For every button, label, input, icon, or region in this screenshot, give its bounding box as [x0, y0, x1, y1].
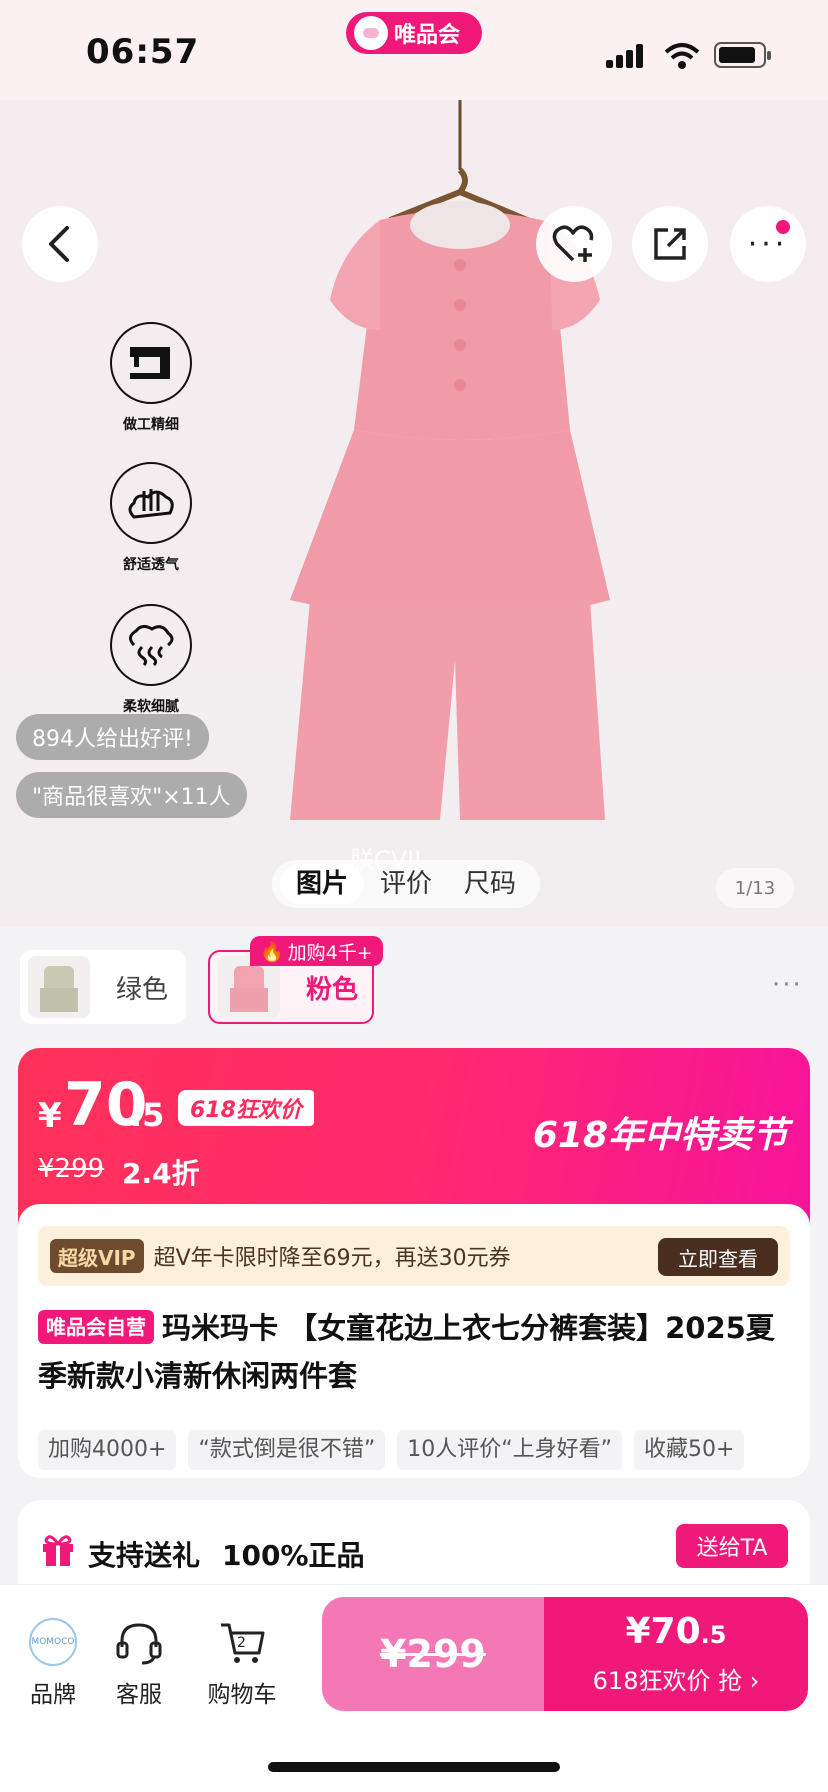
feature-label: 柔软细腻 [123, 699, 179, 715]
tab-size[interactable]: 尺码 [448, 864, 532, 904]
price-decimal: .5 [130, 1096, 165, 1134]
vip-offer-text: 超V年卡限时降至69元，再送30元券 [153, 1246, 511, 1271]
variant-hot-label: 加购4千+ [287, 941, 373, 964]
flame-icon: 🔥 [260, 940, 284, 963]
currency-symbol: ¥ [38, 1096, 62, 1136]
product-image [290, 100, 610, 820]
gift-support-label: 支持送礼 [88, 1539, 201, 1572]
discount-label: 2.4折 [122, 1157, 200, 1190]
variant-thumbnail [28, 956, 90, 1018]
vip-banner[interactable]: 超级VIP 超V年卡限时降至69元，再送30元券 立即查看 [38, 1226, 790, 1286]
authentic-label: 100%正品 [222, 1539, 365, 1572]
soft-cloud-icon [110, 604, 192, 686]
promo-price-tag: 618狂欢价 [178, 1090, 314, 1126]
mascot-icon [354, 16, 388, 50]
image-counter: 1/13 [716, 868, 794, 908]
feature-label: 舒适透气 [123, 557, 179, 573]
variant-label: 粉色 [306, 974, 359, 1005]
feature-craftsmanship: 做工精细 [91, 322, 211, 434]
nav-brand[interactable]: MOMOCO 品牌 [10, 1615, 96, 1709]
wifi-icon [664, 43, 700, 69]
nav-customer-service[interactable]: 客服 [96, 1615, 182, 1709]
original-price: ¥299 [38, 1154, 105, 1184]
festival-title: 618年中特卖节 [532, 1115, 788, 1156]
buy-price: ¥70.5 [544, 1611, 808, 1652]
product-info: 超级VIP 超V年卡限时降至69元，再送30元券 立即查看 唯品会自营 玛米玛卡 … [18, 1204, 810, 1478]
app-badge-label: 唯品会 [394, 23, 461, 48]
heart-plus-icon [552, 225, 594, 262]
buy-subtitle: 618狂欢价 抢 › [592, 1667, 760, 1695]
feature-breathable: 舒适透气 [91, 462, 211, 574]
gift-icon [43, 1535, 73, 1566]
chip-review-count[interactable]: 10人评价“上身好看” [397, 1430, 623, 1470]
more-variants-icon[interactable]: ··· [772, 970, 803, 1000]
bottom-action-bar: MOMOCO 品牌 客服 2 购物车 ¥299 ¥70.5 618狂欢价 抢 › [0, 1584, 828, 1792]
back-button[interactable] [22, 206, 98, 282]
product-page: { "status_bar": { "time": "06:57", "app_… [0, 0, 828, 1792]
home-indicator [268, 1762, 560, 1772]
notification-dot [776, 220, 790, 234]
review-quote-chip[interactable]: "商品很喜欢"×11人 [16, 772, 247, 818]
variant-label: 绿色 [116, 974, 169, 1005]
tab-reviews[interactable]: 评价 [364, 864, 448, 904]
chip-favorites[interactable]: 收藏50+ [634, 1430, 745, 1470]
color-variants: 绿色 粉色 ··· [0, 926, 828, 1044]
vip-tag: 超级VIP [50, 1239, 144, 1273]
signal-icon [606, 44, 646, 68]
variant-green[interactable]: 绿色 [20, 950, 186, 1024]
app-badge: 唯品会 [346, 12, 482, 54]
more-button[interactable]: ··· [730, 206, 806, 282]
headset-icon [96, 1615, 182, 1669]
chevron-left-icon [49, 226, 69, 262]
nav-brand-label: 品牌 [30, 1682, 76, 1708]
product-image-gallery[interactable]: ··· 做工精细 舒适透气 柔软细腻 894人给出好评! "商品很喜欢"×11人… [0, 100, 828, 926]
status-time: 06:57 [86, 32, 200, 72]
gallery-tabs: 图片 评价 尺码 [272, 860, 541, 908]
feature-label: 做工精细 [123, 417, 179, 433]
chip-cart-count[interactable]: 加购4000+ [38, 1430, 177, 1470]
cart-count: 2 [237, 1635, 246, 1651]
brand-logo-icon: MOMOCO [10, 1615, 96, 1669]
buy-now-button[interactable]: ¥70.5 618狂欢价 抢 › [544, 1597, 808, 1711]
chip-review-quote[interactable]: “款式倒是很不错” [188, 1430, 386, 1470]
price-card: ¥ 70 .5 618狂欢价 ¥299 2.4折 618年中特卖节 超级VIP … [18, 1048, 810, 1478]
nav-cart-label: 购物车 [207, 1682, 277, 1708]
battery-icon [714, 42, 771, 68]
tab-images[interactable]: 图片 [280, 864, 365, 904]
original-price-button[interactable]: ¥299 [322, 1597, 544, 1711]
review-summary-chip[interactable]: 894人给出好评! [16, 714, 209, 760]
sewing-machine-icon [110, 322, 192, 404]
product-title: 唯品会自营 玛米玛卡 【女童花边上衣七分裤套装】2025夏季新款小清新休闲两件套 [38, 1304, 790, 1400]
buy-price-main: ¥70 [625, 1611, 701, 1652]
breathable-icon [110, 462, 192, 544]
variant-hot-badge: 🔥 加购4千+ [250, 936, 383, 966]
share-icon [654, 228, 686, 260]
nav-cart[interactable]: 2 购物车 [198, 1615, 286, 1709]
status-bar: 06:57 唯品会 [0, 0, 828, 100]
cart-icon: 2 [198, 1615, 286, 1669]
favorite-button[interactable] [536, 206, 612, 282]
feature-soft: 柔软细腻 [91, 604, 211, 716]
highlight-chips: 加购4000+ “款式倒是很不错” 10人评价“上身好看” 收藏50+ [38, 1430, 808, 1472]
self-operated-tag: 唯品会自营 [38, 1310, 154, 1344]
vip-view-button[interactable]: 立即查看 [658, 1238, 778, 1276]
share-button[interactable] [632, 206, 708, 282]
send-gift-button[interactable]: 送给TA [676, 1524, 788, 1568]
nav-service-label: 客服 [116, 1682, 162, 1708]
buy-price-decimal: .5 [700, 1621, 727, 1649]
